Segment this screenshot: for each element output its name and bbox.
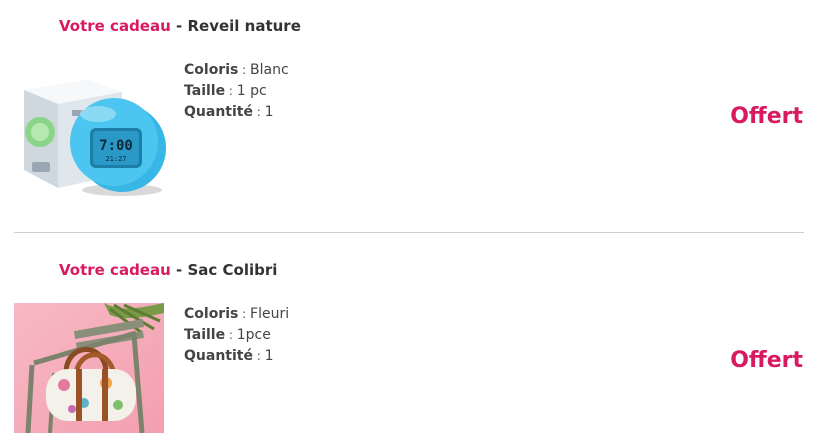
gift-title-separator: -: [170, 17, 188, 35]
item-divider: [14, 232, 804, 233]
attribute-label: Coloris: [184, 306, 239, 322]
gift-title-prefix: Votre cadeau: [59, 17, 171, 35]
attribute-colon: :: [238, 63, 251, 77]
gift-title-separator: -: [170, 261, 188, 279]
gift-item: Votre cadeau - Reveil nature 7:00 21:27 …: [0, 0, 818, 232]
attribute-colon: :: [252, 349, 265, 363]
bag-product-image: [14, 303, 164, 433]
attribute-quantity: Quantité : 1: [184, 346, 289, 367]
gift-title-prefix: Votre cadeau: [59, 261, 171, 279]
attribute-value: Fleuri: [250, 306, 290, 322]
attribute-colon: :: [252, 105, 265, 119]
gift-price: Offert: [730, 348, 803, 373]
alarm-clock-icon: 7:00 21:27: [24, 80, 166, 196]
gift-price: Offert: [730, 104, 803, 129]
gift-title: Votre cadeau - Sac Colibri: [59, 261, 277, 279]
attribute-label: Quantité: [184, 348, 253, 364]
gift-attributes: Coloris : Blanc Taille : 1 pc Quantité :…: [184, 60, 289, 123]
bag-icon: [14, 303, 164, 433]
attribute-size: Taille : 1 pc: [184, 81, 289, 102]
attribute-color: Coloris : Fleuri: [184, 304, 289, 325]
attribute-quantity: Quantité : 1: [184, 102, 289, 123]
attribute-label: Coloris: [184, 62, 239, 78]
attribute-label: Quantité: [184, 104, 253, 120]
gift-item: Votre cadeau - Sac Colibri Coloris: Fle…: [0, 245, 818, 433]
attribute-label: Taille: [184, 327, 226, 343]
gift-attributes: Coloris : Fleuri Taille : 1pce Quantité …: [184, 304, 289, 367]
svg-text:7:00: 7:00: [99, 138, 133, 154]
attribute-colon: :: [238, 307, 251, 321]
attribute-colon: :: [225, 84, 237, 98]
attribute-size: Taille : 1pce: [184, 325, 289, 346]
gift-title: Votre cadeau - Reveil nature: [59, 17, 301, 35]
svg-text:21:27: 21:27: [105, 155, 126, 163]
attribute-value: 1pce: [236, 327, 271, 343]
attribute-colon: :: [225, 328, 237, 342]
attribute-value: Blanc: [250, 62, 289, 78]
attribute-label: Taille: [184, 83, 226, 99]
attribute-value: 1 pc: [236, 83, 267, 99]
alarm-clock-product-image: 7:00 21:27: [18, 70, 168, 200]
gift-product-name: Reveil nature: [187, 17, 301, 35]
attribute-value: 1: [264, 104, 274, 120]
attribute-value: 1: [264, 348, 274, 364]
attribute-color: Coloris : Blanc: [184, 60, 289, 81]
gift-product-name: Sac Colibri: [187, 261, 278, 279]
